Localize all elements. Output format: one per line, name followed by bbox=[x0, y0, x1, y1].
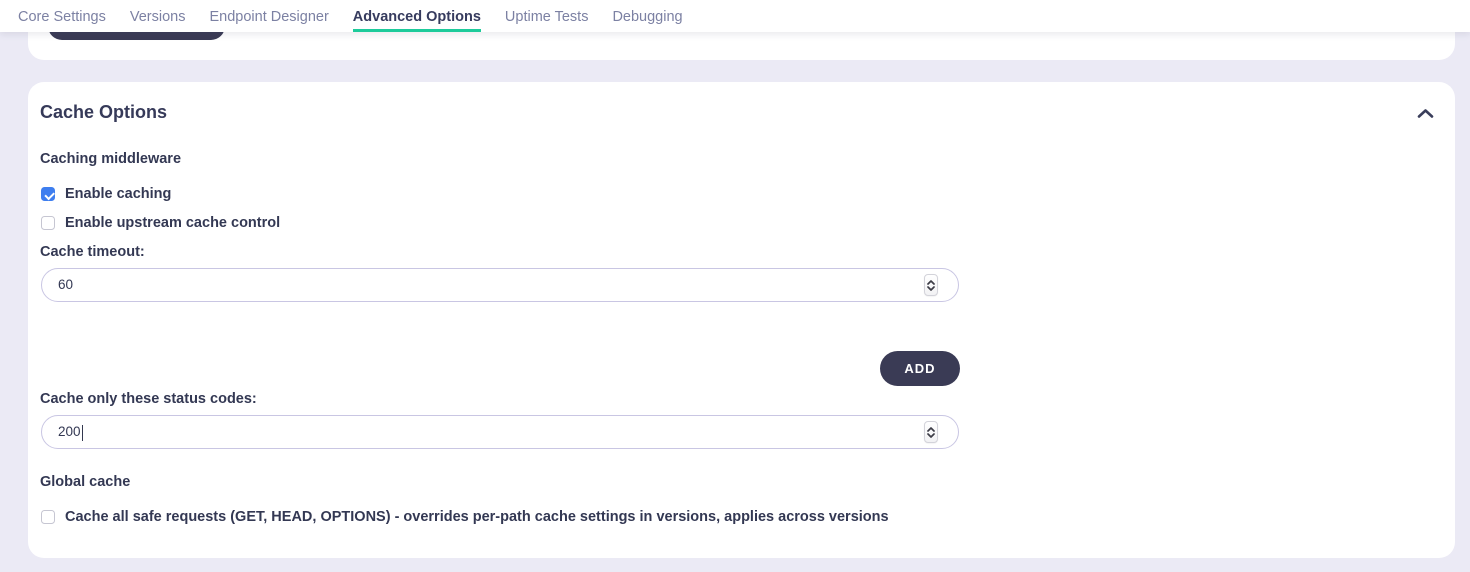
enable-upstream-checkbox[interactable] bbox=[41, 216, 55, 230]
tab-endpoint-designer[interactable]: Endpoint Designer bbox=[209, 0, 328, 32]
add-button[interactable]: ADD bbox=[880, 351, 960, 386]
stepper-up-icon bbox=[927, 427, 935, 432]
number-stepper[interactable] bbox=[924, 421, 938, 443]
cache-timeout-field bbox=[41, 268, 959, 302]
stepper-down-icon bbox=[927, 286, 935, 291]
cache-timeout-input[interactable] bbox=[58, 269, 918, 300]
tab-bar: Core Settings Versions Endpoint Designer… bbox=[0, 0, 1470, 32]
enable-caching-checkbox[interactable] bbox=[41, 187, 55, 201]
status-codes-field bbox=[41, 415, 959, 449]
number-stepper[interactable] bbox=[924, 274, 938, 296]
tab-core-settings[interactable]: Core Settings bbox=[18, 0, 106, 32]
tab-versions[interactable]: Versions bbox=[130, 0, 186, 32]
global-cache-checkbox-label: Cache all safe requests (GET, HEAD, OPTI… bbox=[65, 509, 889, 525]
tab-advanced-options[interactable]: Advanced Options bbox=[353, 0, 481, 32]
enable-upstream-label: Enable upstream cache control bbox=[65, 215, 280, 231]
enable-caching-label: Enable caching bbox=[65, 186, 171, 202]
global-cache-label: Global cache bbox=[40, 474, 130, 490]
collapse-section-button[interactable] bbox=[1415, 106, 1435, 120]
caching-middleware-label: Caching middleware bbox=[40, 151, 181, 167]
cache-timeout-label: Cache timeout: bbox=[40, 244, 145, 260]
tab-uptime-tests[interactable]: Uptime Tests bbox=[505, 0, 589, 32]
cache-options-card: Cache Options Caching middleware Enable … bbox=[28, 82, 1455, 558]
global-cache-checkbox[interactable] bbox=[41, 510, 55, 524]
enable-upstream-checkbox-row[interactable]: Enable upstream cache control bbox=[41, 215, 280, 231]
text-cursor bbox=[82, 425, 83, 441]
chevron-up-icon bbox=[1417, 108, 1434, 119]
enable-caching-checkbox-row[interactable]: Enable caching bbox=[41, 186, 171, 202]
stepper-up-icon bbox=[927, 280, 935, 285]
cache-options-title: Cache Options bbox=[40, 102, 167, 123]
status-codes-input[interactable] bbox=[58, 416, 918, 447]
tab-debugging[interactable]: Debugging bbox=[612, 0, 682, 32]
stepper-down-icon bbox=[927, 433, 935, 438]
global-cache-checkbox-row[interactable]: Cache all safe requests (GET, HEAD, OPTI… bbox=[41, 509, 889, 525]
status-codes-label: Cache only these status codes: bbox=[40, 391, 257, 407]
